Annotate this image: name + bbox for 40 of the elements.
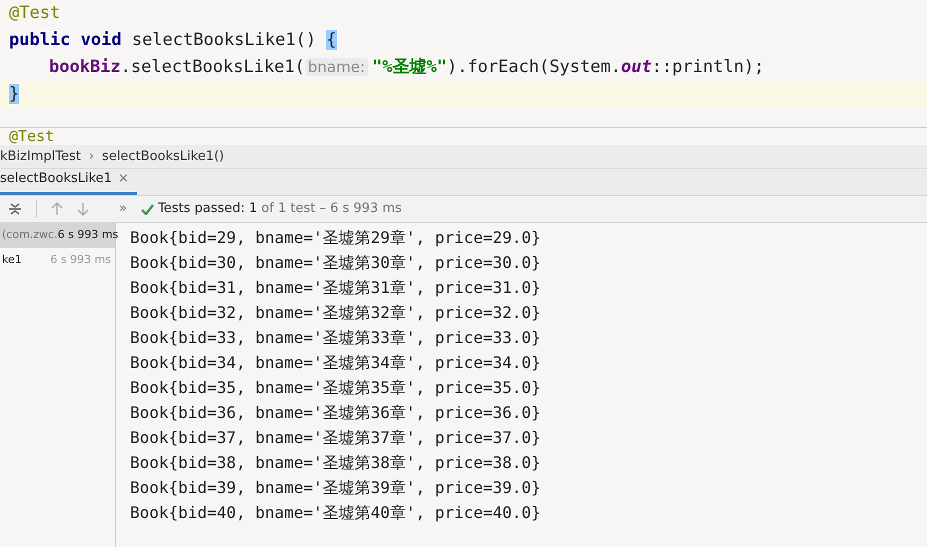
- console-line: Book{bid=36, bname='圣墟第36章', price=36.0}: [130, 402, 542, 424]
- annotation-text: @Test: [8, 128, 56, 145]
- annotation-text: @Test: [9, 3, 60, 23]
- up-arrow-icon[interactable]: [51, 202, 63, 216]
- test-name: (com.zwc.: [2, 227, 58, 244]
- string-literal: "%圣墟%": [372, 57, 447, 77]
- console-line: Book{bid=29, bname='圣墟第29章', price=29.0}: [130, 227, 542, 249]
- console-line: Book{bid=34, bname='圣墟第34章', price=34.0}: [130, 352, 542, 374]
- test-duration: 6 s 993 ms: [50, 252, 111, 268]
- field-name: bookBiz: [49, 57, 121, 77]
- console-line: Book{bid=38, bname='圣墟第38章', price=38.0}: [130, 452, 542, 474]
- static-field: out: [620, 57, 652, 77]
- code-text: ::println);: [652, 57, 764, 77]
- code-text: selectBooksLike1(): [132, 30, 318, 50]
- console-line: Book{bid=37, bname='圣墟第37章', price=37.0}: [130, 427, 542, 449]
- console-line: Book{bid=30, bname='圣墟第30章', price=30.0}: [130, 252, 542, 274]
- collapse-icon[interactable]: [8, 202, 22, 216]
- test-summary: of 1 test – 6 s 993 ms: [261, 200, 402, 218]
- brace-highlight: {: [326, 30, 337, 50]
- test-status: Tests passed: 1: [158, 200, 258, 218]
- code-text: .selectBooksLike1(: [120, 57, 305, 77]
- test-tree-item[interactable]: ke1 6 s 993 ms: [0, 248, 115, 273]
- brace-highlight: }: [9, 84, 20, 104]
- check-icon: [140, 204, 154, 214]
- down-arrow-icon[interactable]: [77, 202, 89, 216]
- console-line: Book{bid=40, bname='圣墟第40章', price=40.0}: [130, 502, 542, 524]
- more-button[interactable]: »: [119, 199, 127, 219]
- breadcrumb-item[interactable]: selectBooksLike1(): [102, 146, 224, 166]
- console-line: Book{bid=33, bname='圣墟第33章', price=33.0}: [130, 327, 542, 349]
- console-line: Book{bid=39, bname='圣墟第39章', price=39.0}: [130, 477, 542, 499]
- console-line: Book{bid=32, bname='圣墟第32章', price=32.0}: [130, 302, 542, 324]
- keyword-text: public void: [9, 30, 123, 50]
- parameter-hint: bname:: [304, 58, 368, 76]
- console-line: Book{bid=35, bname='圣墟第35章', price=35.0}: [130, 377, 542, 399]
- test-name: ke1: [2, 252, 22, 268]
- breadcrumb-separator: ›: [88, 148, 94, 166]
- breadcrumb-item[interactable]: kBizImplTest: [0, 146, 81, 166]
- code-text: ).forEach(System.: [446, 57, 621, 77]
- close-icon[interactable]: ×: [118, 168, 129, 188]
- console-line: Book{bid=31, bname='圣墟第31章', price=31.0}: [130, 277, 542, 299]
